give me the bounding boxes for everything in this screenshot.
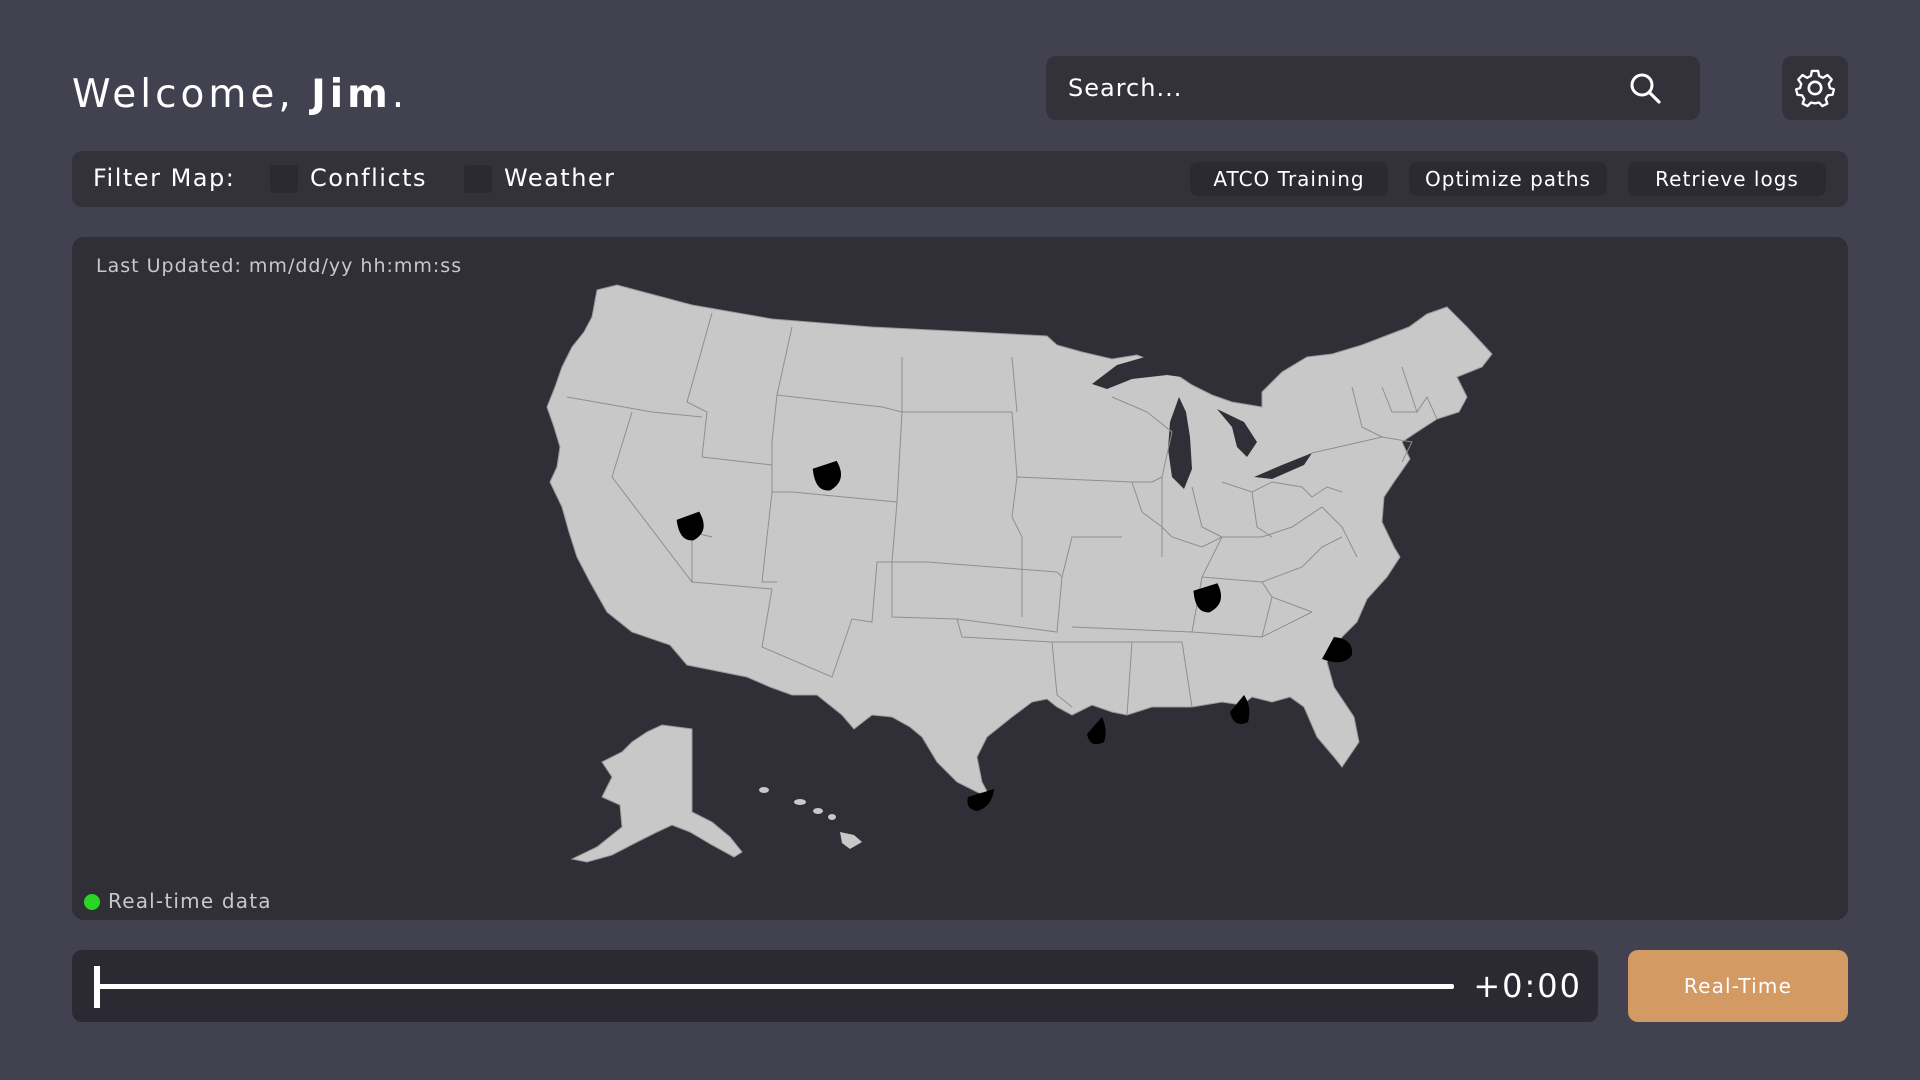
timeline-track[interactable] [96, 984, 1454, 989]
welcome-suffix: . [391, 72, 409, 117]
alaska-shape [570, 724, 743, 863]
weather-label[interactable]: Weather [504, 164, 616, 192]
live-status-dot [84, 894, 100, 910]
welcome-prefix: Welcome, [72, 72, 312, 117]
realtime-button[interactable]: Real-Time [1628, 950, 1848, 1022]
map-panel: Last Updated: mm/dd/yy hh:mm:ss Real-tim… [72, 237, 1848, 920]
user-name: Jim [311, 72, 392, 117]
conflicts-checkbox[interactable] [270, 165, 298, 193]
timeline-bar: +0:00 [72, 950, 1598, 1022]
timeline-slider-handle[interactable] [94, 966, 100, 1008]
search-box[interactable] [1046, 56, 1700, 120]
weather-checkbox[interactable] [464, 165, 492, 193]
filter-bar: Filter Map: Conflicts Weather ATCO Train… [72, 151, 1848, 207]
gear-icon [1794, 69, 1836, 108]
time-offset-label: +0:00 [1473, 967, 1582, 1005]
search-input[interactable] [1066, 56, 1626, 120]
optimize-paths-button[interactable]: Optimize paths [1409, 162, 1607, 196]
filter-map-label: Filter Map: [93, 164, 236, 192]
settings-button[interactable] [1782, 56, 1848, 120]
atco-training-button[interactable]: ATCO Training [1190, 162, 1388, 196]
hawaii-islands [759, 787, 862, 849]
retrieve-logs-button[interactable]: Retrieve logs [1628, 162, 1826, 196]
us-map[interactable] [72, 237, 1848, 920]
welcome-heading: Welcome, Jim. [72, 72, 408, 117]
realtime-data-label: Real-time data [108, 889, 272, 913]
map-marker[interactable] [1087, 717, 1106, 745]
search-icon[interactable] [1628, 71, 1662, 105]
conflicts-label[interactable]: Conflicts [310, 164, 427, 192]
contiguous-us-shape [546, 284, 1493, 798]
